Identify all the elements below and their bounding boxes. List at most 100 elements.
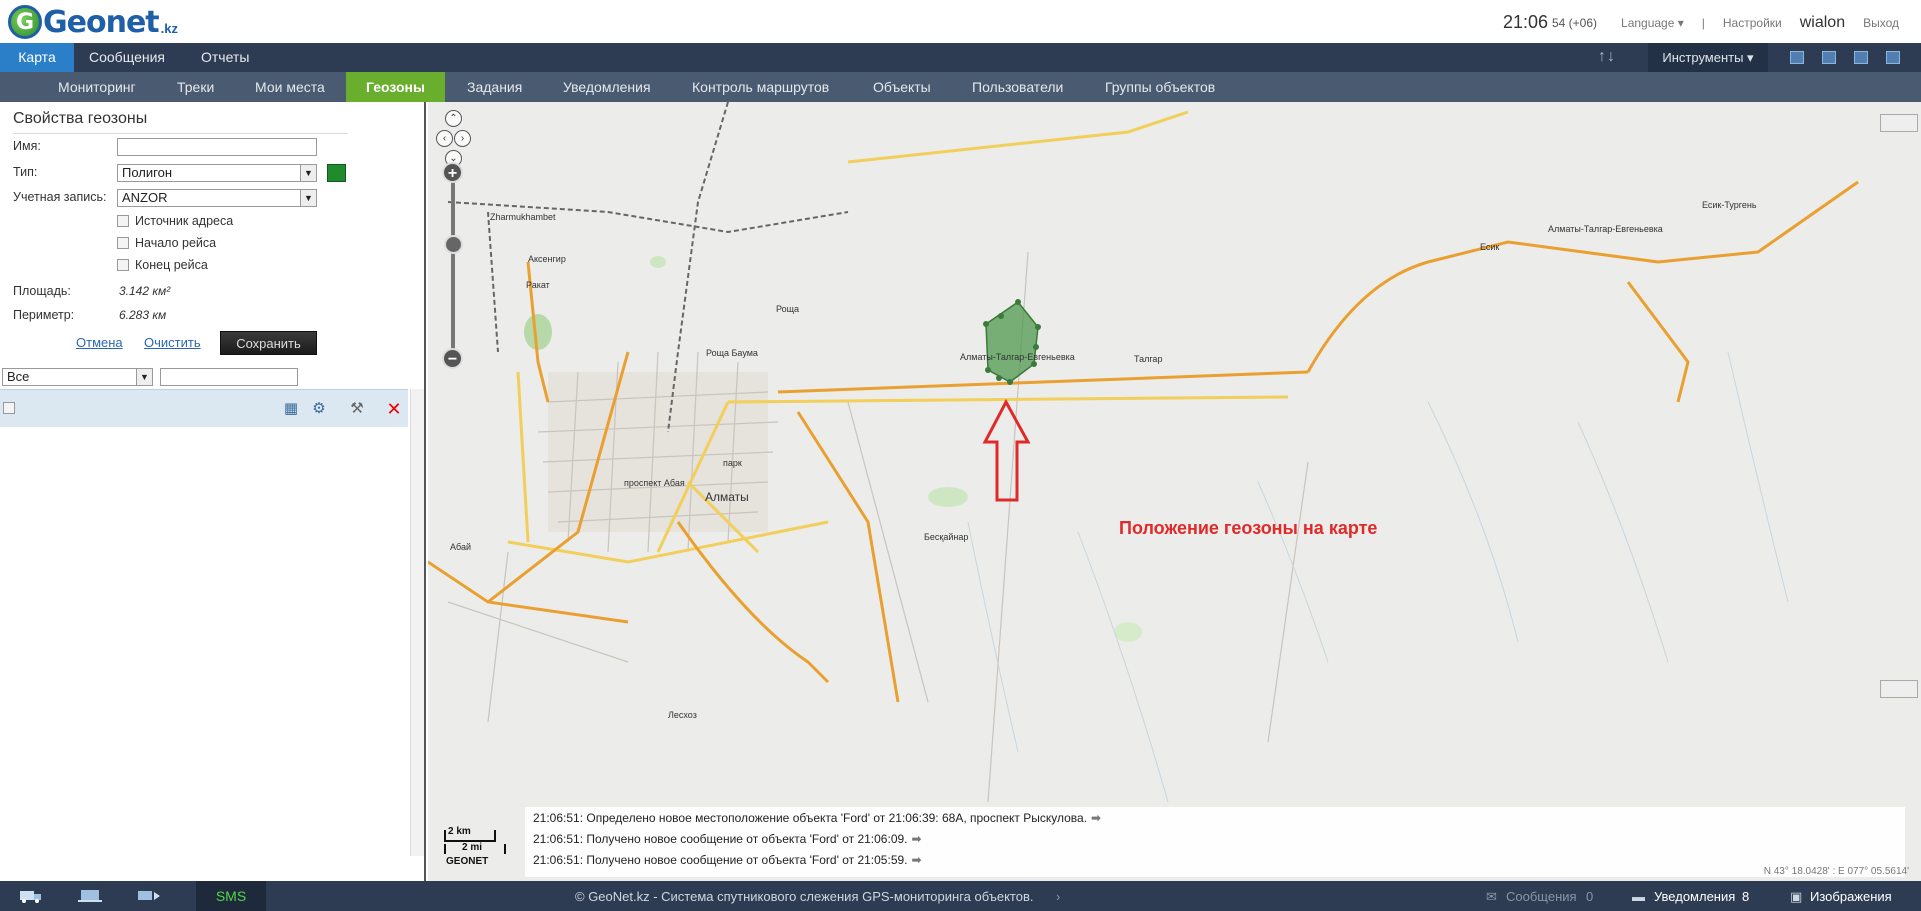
arrow-right-icon[interactable]: ➡ bbox=[912, 853, 922, 867]
images-label[interactable]: Изображения bbox=[1810, 889, 1892, 904]
trip-end-option[interactable]: Конец рейса bbox=[117, 258, 208, 272]
map-legend-icon[interactable] bbox=[1880, 680, 1918, 698]
save-button[interactable]: Сохранить bbox=[220, 331, 317, 355]
zoom-in-icon[interactable]: + bbox=[442, 162, 463, 183]
trip-end-checkbox[interactable] bbox=[117, 259, 129, 271]
scale-km-label: 2 km bbox=[448, 826, 471, 837]
trip-end-label: Конец рейса bbox=[135, 258, 208, 272]
account-select-value: ANZOR bbox=[122, 190, 168, 205]
type-select[interactable]: Полигон ▼ bbox=[117, 164, 317, 182]
layout-quad-icon[interactable] bbox=[1886, 51, 1900, 64]
layout-split-horizontal-icon[interactable] bbox=[1854, 51, 1868, 64]
main-nav: Карта Сообщения Отчеты ↑↓ Инструменты ▾ bbox=[0, 43, 1921, 72]
filter-search-input[interactable] bbox=[160, 368, 298, 386]
trip-start-option[interactable]: Начало рейса bbox=[117, 236, 216, 250]
pan-left-icon[interactable]: ‹ bbox=[436, 130, 453, 147]
logout-link[interactable]: Выход bbox=[1863, 16, 1899, 30]
type-label: Тип: bbox=[13, 165, 38, 179]
road-label: Есик-Тургень bbox=[1702, 200, 1757, 210]
tab-messages[interactable]: Сообщения bbox=[74, 43, 180, 72]
cursor-coordinates: N 43° 18.0428' : E 077° 05.5614' bbox=[1763, 866, 1909, 877]
subtab-units[interactable]: Объекты bbox=[873, 72, 931, 102]
zoom-out-icon[interactable]: − bbox=[442, 348, 463, 369]
chevron-down-icon: ▼ bbox=[300, 165, 316, 181]
subtab-tasks[interactable]: Задания bbox=[467, 72, 522, 102]
area-value: 3.142 км² bbox=[119, 284, 171, 298]
messages-label[interactable]: Сообщения bbox=[1506, 889, 1577, 904]
subtab-geofences[interactable]: Геозоны bbox=[346, 72, 445, 102]
sort-arrows-icon[interactable]: ↑↓ bbox=[1598, 48, 1616, 66]
place-label: Бесқайнар bbox=[924, 532, 969, 542]
language-menu[interactable]: Language ▾ bbox=[1621, 16, 1684, 30]
log-entry-text: 21:06:51: Получено новое сообщение от об… bbox=[533, 853, 908, 867]
chevron-down-icon: ▼ bbox=[136, 369, 152, 385]
place-label: Аксенгир bbox=[528, 254, 566, 264]
sms-button[interactable]: SMS bbox=[196, 881, 266, 911]
notifications-label[interactable]: Уведомления bbox=[1654, 889, 1735, 904]
list-scrollbar[interactable] bbox=[410, 389, 424, 856]
bottom-bar: SMS © GeoNet.kz - Система спутникового с… bbox=[0, 881, 1921, 911]
filter-select[interactable]: Все ▼ bbox=[2, 368, 153, 386]
logo[interactable]: G Geonet .kz bbox=[8, 4, 178, 40]
address-source-checkbox[interactable] bbox=[117, 215, 129, 227]
subtab-route-control[interactable]: Контроль маршрутов bbox=[692, 72, 829, 102]
cancel-link[interactable]: Отмена bbox=[76, 335, 123, 350]
map-layers-icon[interactable] bbox=[1880, 114, 1918, 132]
subtab-notifications[interactable]: Уведомления bbox=[563, 72, 651, 102]
layout-single-icon[interactable] bbox=[1790, 51, 1804, 64]
map-scale: 2 km 2 mi GEONET bbox=[436, 820, 506, 868]
address-source-option[interactable]: Источник адреса bbox=[117, 214, 233, 228]
tab-map[interactable]: Карта bbox=[0, 43, 74, 72]
geofence-color-swatch[interactable] bbox=[327, 164, 346, 182]
chevron-down-icon: ▼ bbox=[300, 190, 316, 206]
map-view[interactable]: Zharmukhambet Аксенгир Ракат Роща Роща Б… bbox=[428, 102, 1921, 881]
log-entry: 21:06:51: Определено новое местоположени… bbox=[533, 811, 1101, 825]
clock-time: 21:06 bbox=[1502, 12, 1548, 32]
place-label: Zharmukhambet bbox=[490, 212, 556, 222]
place-label: парк bbox=[723, 458, 742, 468]
layout-split-vertical-icon[interactable] bbox=[1822, 51, 1836, 64]
unit-commands-icon[interactable] bbox=[136, 888, 162, 904]
tab-reports[interactable]: Отчеты bbox=[186, 43, 264, 72]
map-settings-icon[interactable]: ▦ bbox=[282, 400, 300, 418]
place-label: Талгар bbox=[1134, 354, 1163, 364]
pan-right-icon[interactable]: › bbox=[454, 130, 471, 147]
subtab-monitoring[interactable]: Мониторинг bbox=[58, 72, 136, 102]
place-label: Алматы bbox=[705, 490, 749, 504]
scale-mi-label: 2 mi bbox=[462, 842, 483, 853]
header-separator: | bbox=[1701, 15, 1705, 30]
units-icon[interactable] bbox=[18, 888, 44, 904]
settings-link[interactable]: Настройки bbox=[1723, 16, 1782, 30]
arrow-right-icon[interactable]: ➡ bbox=[1091, 811, 1101, 825]
road-label: Алматы-Талгар-Евгеньевка bbox=[960, 352, 1075, 362]
perimeter-label: Периметр: bbox=[13, 308, 75, 322]
subtab-unit-groups[interactable]: Группы объектов bbox=[1105, 72, 1215, 102]
car-settings-icon[interactable]: ⚙ bbox=[310, 400, 328, 418]
subtab-tracks[interactable]: Треки bbox=[177, 72, 214, 102]
unit-monitor-icon[interactable] bbox=[78, 888, 104, 904]
arrow-right-icon[interactable]: ➡ bbox=[912, 832, 922, 846]
images-icon: ▣ bbox=[1790, 889, 1803, 904]
log-entry-text: 21:06:51: Получено новое сообщение от об… bbox=[533, 832, 908, 846]
clear-link[interactable]: Очистить bbox=[144, 335, 201, 350]
account-label: Учетная запись: bbox=[13, 190, 107, 204]
event-log: 21:06:51: Определено новое местоположени… bbox=[525, 807, 1905, 877]
wrench-icon[interactable]: ⚒ bbox=[348, 400, 366, 418]
tools-menu-button[interactable]: Инструменты ▾ bbox=[1648, 43, 1768, 72]
account-select[interactable]: ANZOR ▼ bbox=[117, 189, 317, 207]
zoom-slider-handle[interactable] bbox=[444, 235, 463, 254]
filter-select-value: Все bbox=[7, 369, 30, 384]
name-input[interactable] bbox=[117, 138, 317, 156]
pan-up-icon[interactable]: ⌃ bbox=[445, 110, 462, 127]
mail-icon: ✉ bbox=[1486, 889, 1497, 904]
zoom-track[interactable] bbox=[451, 172, 455, 368]
place-label: Есик bbox=[1480, 242, 1500, 252]
select-all-checkbox[interactable] bbox=[3, 402, 15, 414]
subtab-users[interactable]: Пользователи bbox=[972, 72, 1063, 102]
trip-start-checkbox[interactable] bbox=[117, 237, 129, 249]
delete-icon[interactable]: ✕ bbox=[385, 400, 403, 418]
copyright-text: © GeoNet.kz - Система спутникового слеже… bbox=[575, 889, 1034, 904]
subtab-my-places[interactable]: Мои места bbox=[255, 72, 325, 102]
sub-nav: Мониторинг Треки Мои места Геозоны Задан… bbox=[0, 72, 1921, 102]
header-right: 21:06 54 (+06) Language ▾ | Настройки wi… bbox=[1503, 12, 1899, 33]
